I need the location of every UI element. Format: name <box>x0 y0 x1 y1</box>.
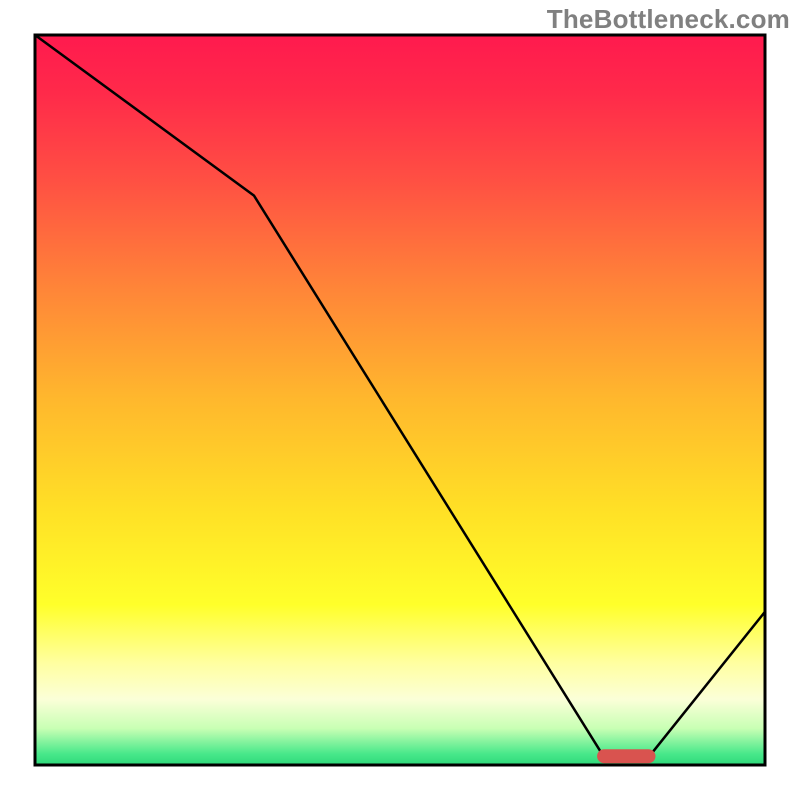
bottleneck-chart <box>0 0 800 800</box>
chart-stage: TheBottleneck.com <box>0 0 800 800</box>
watermark-label: TheBottleneck.com <box>547 4 790 35</box>
optimal-range-marker <box>597 749 655 763</box>
plot-background <box>35 35 765 765</box>
